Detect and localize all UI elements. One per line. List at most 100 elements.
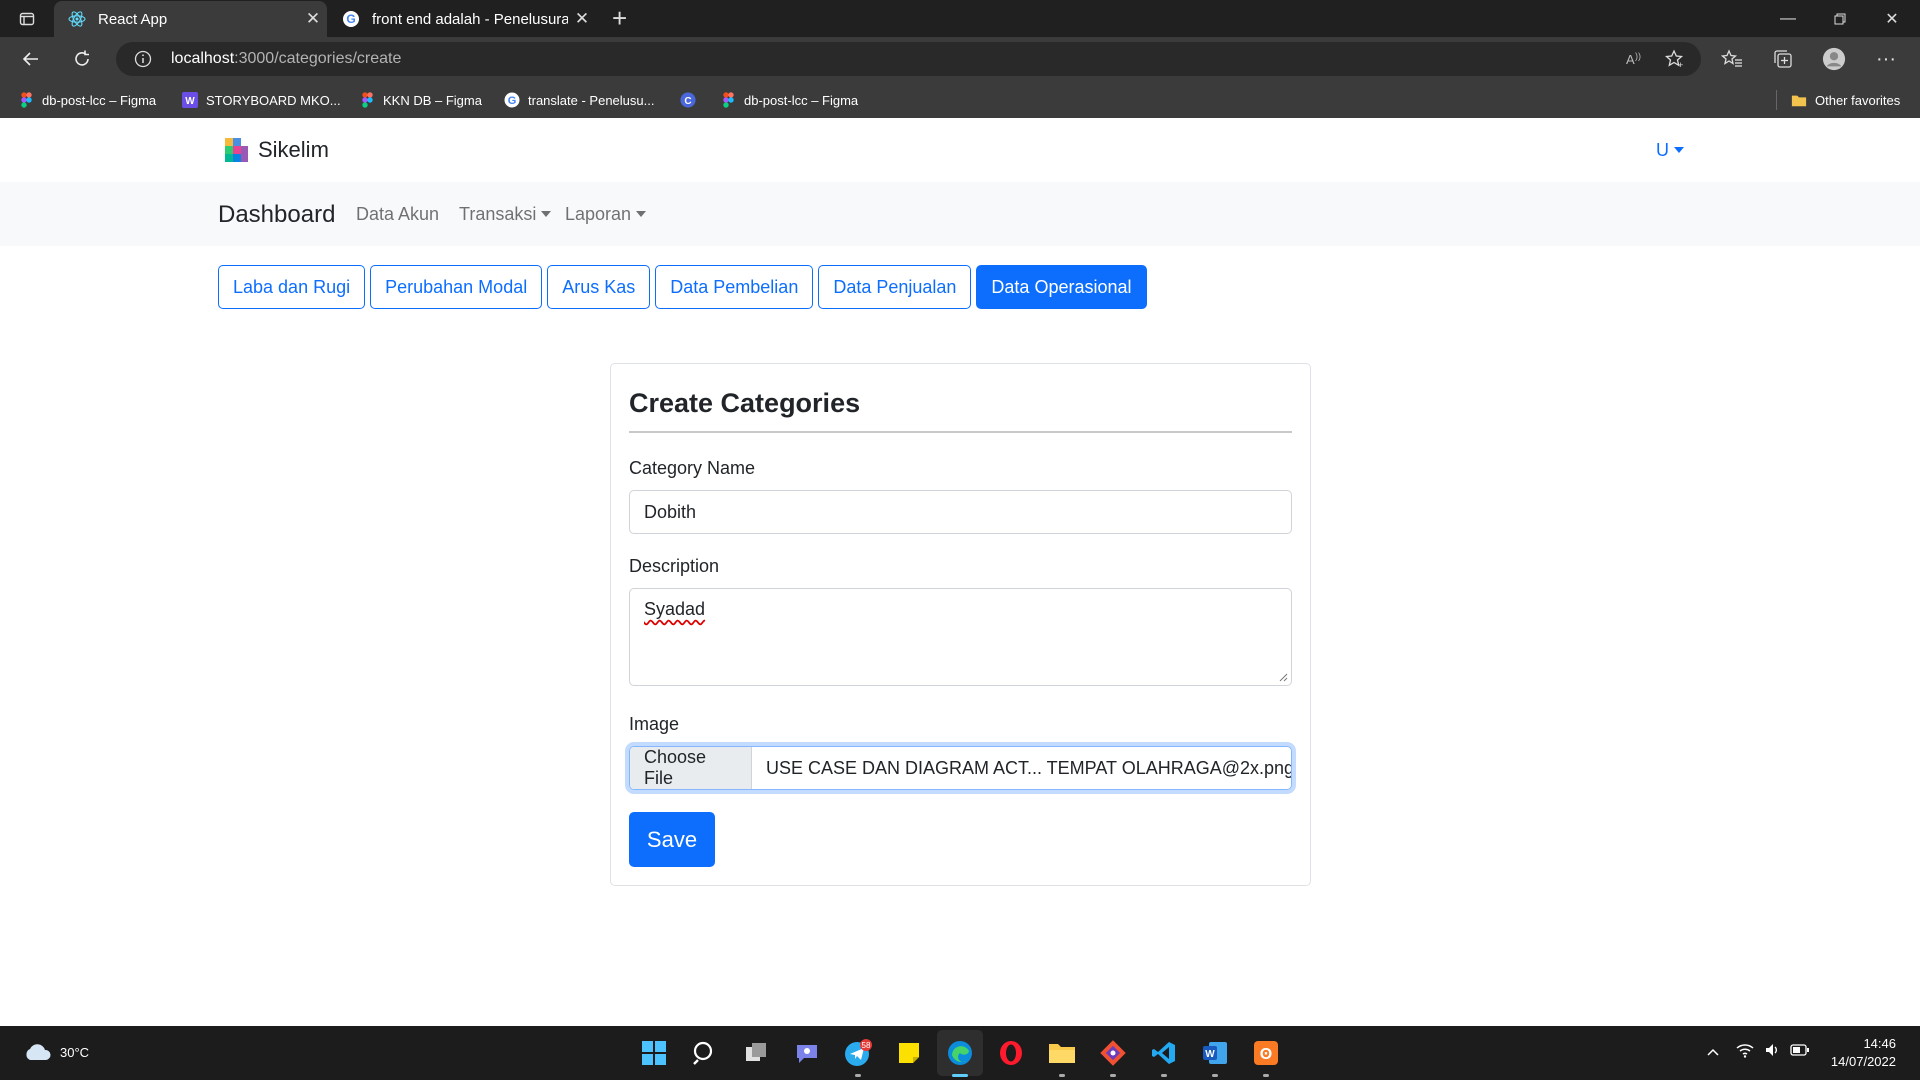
clock-date: 14/07/2022 xyxy=(1830,1054,1896,1069)
address-input[interactable]: localhost:3000/categories/create A)) + xyxy=(116,42,1701,76)
form-title: Create Categories xyxy=(629,388,861,418)
tab-title: front end adalah - Penelusuran G xyxy=(372,10,568,28)
wifi-icon[interactable] xyxy=(1736,1042,1754,1061)
close-window-icon[interactable]: ✕ xyxy=(1866,0,1918,37)
nav-data-akun[interactable]: Data Akun xyxy=(356,204,439,225)
active-indicator xyxy=(952,1074,968,1077)
bookmark-item[interactable]: KKN DB – Figma xyxy=(359,90,482,110)
image-file-input[interactable]: Choose File USE CASE DAN DIAGRAM ACT... … xyxy=(629,746,1292,790)
bookmark-item[interactable]: G translate - Penelusu... xyxy=(504,90,654,110)
word-icon: W xyxy=(182,92,198,108)
read-aloud-icon[interactable]: A)) xyxy=(1624,49,1646,69)
image-label: Image xyxy=(629,714,680,734)
svg-text:C: C xyxy=(684,96,691,107)
system-clock[interactable]: 14:46 14/07/2022 xyxy=(1826,1035,1896,1071)
app-logo-icon xyxy=(225,138,248,162)
search-icon[interactable] xyxy=(689,1037,721,1069)
create-category-card: Create Categories Category Name Dobith D… xyxy=(610,363,1311,886)
caret-down-icon xyxy=(1674,147,1684,153)
more-menu-icon[interactable]: ··· xyxy=(1874,47,1898,71)
tab-close-icon[interactable]: ✕ xyxy=(568,9,596,29)
add-favorite-icon[interactable]: + xyxy=(1664,49,1686,70)
profile-avatar-icon[interactable] xyxy=(1822,47,1846,71)
save-button[interactable]: Save xyxy=(629,812,715,867)
svg-text:)): )) xyxy=(1635,51,1641,61)
tab-close-icon[interactable]: ✕ xyxy=(299,9,327,29)
collections-icon[interactable] xyxy=(1771,47,1795,71)
brand-name: Sikelim xyxy=(258,137,329,162)
opera-icon[interactable] xyxy=(995,1037,1027,1069)
figma-icon xyxy=(720,92,736,108)
btn-perubahan-modal[interactable]: Perubahan Modal xyxy=(370,265,543,309)
weather-widget[interactable]: 30°C xyxy=(22,1042,89,1062)
cloud-icon xyxy=(26,1044,51,1060)
start-icon[interactable] xyxy=(638,1037,670,1069)
back-icon[interactable] xyxy=(14,43,48,75)
bookmark-item[interactable]: W STORYBOARD MKO... xyxy=(182,90,341,110)
restore-icon[interactable] xyxy=(1814,0,1866,37)
bookmark-label: db-post-lcc – Figma xyxy=(744,92,859,108)
new-tab-icon[interactable]: + xyxy=(612,4,627,32)
site-info-icon[interactable] xyxy=(134,50,152,73)
show-hidden-icons[interactable] xyxy=(1706,1044,1720,1060)
volume-icon[interactable] xyxy=(1764,1042,1780,1061)
teams-chat-icon[interactable] xyxy=(791,1037,823,1069)
description-value: Syadad xyxy=(644,599,706,619)
divider xyxy=(629,431,1292,433)
sticky-notes-icon[interactable] xyxy=(893,1037,925,1069)
figma-icon xyxy=(359,92,375,108)
bookmark-item[interactable]: db-post-lcc – Figma xyxy=(720,90,858,110)
tab-actions-icon[interactable] xyxy=(8,0,45,37)
nav-dashboard[interactable]: Dashboard xyxy=(218,201,335,229)
nav-laporan-dropdown[interactable]: Laporan xyxy=(565,204,647,225)
battery-icon[interactable] xyxy=(1790,1043,1810,1060)
bookmark-label: translate - Penelusu... xyxy=(528,92,655,108)
xampp-icon[interactable]: ʘ xyxy=(1250,1037,1282,1069)
svg-text:58: 58 xyxy=(862,1041,871,1050)
svg-text:A: A xyxy=(1626,52,1635,67)
vscode-icon[interactable] xyxy=(1148,1037,1180,1069)
tab-react-app[interactable]: React App ✕ xyxy=(54,1,327,37)
top-navbar: Sikelim U xyxy=(0,118,1920,182)
running-indicator xyxy=(1059,1074,1065,1077)
folder-icon xyxy=(1791,92,1807,108)
btn-data-operasional[interactable]: Data Operasional xyxy=(976,265,1147,309)
task-view-icon[interactable] xyxy=(740,1037,772,1069)
brand-link[interactable]: Sikelim xyxy=(222,136,329,164)
resize-grip-icon[interactable] xyxy=(1278,672,1288,682)
bookmark-label: KKN DB – Figma xyxy=(383,92,482,108)
report-button-group: Laba dan Rugi Perubahan Modal Arus Kas D… xyxy=(218,265,1147,309)
minimize-icon[interactable]: — xyxy=(1762,0,1814,37)
page-content: Sikelim U Dashboard Data Akun Transaksi … xyxy=(0,118,1920,1026)
google-icon: G xyxy=(342,10,360,28)
btn-data-penjualan[interactable]: Data Penjualan xyxy=(818,265,972,309)
other-favorites[interactable]: Other favorites xyxy=(1776,90,1900,110)
svg-text:G: G xyxy=(346,12,355,26)
telegram-icon[interactable]: 58 xyxy=(842,1037,874,1069)
refresh-icon[interactable] xyxy=(65,43,99,75)
tab-title: React App xyxy=(98,10,168,28)
choose-file-button[interactable]: Choose File xyxy=(630,747,752,789)
bookmarks-bar: db-post-lcc – Figma W STORYBOARD MKO... … xyxy=(0,81,1920,118)
tab-google-search[interactable]: G front end adalah - Penelusuran G ✕ xyxy=(328,1,596,37)
clock-time: 14:46 xyxy=(1863,1036,1896,1051)
bookmark-item[interactable]: C xyxy=(680,90,704,110)
btn-data-pembelian[interactable]: Data Pembelian xyxy=(655,265,814,309)
category-name-input[interactable]: Dobith xyxy=(629,490,1292,534)
edge-browser-icon[interactable] xyxy=(944,1037,976,1069)
category-name-value: Dobith xyxy=(644,501,697,522)
btn-arus-kas[interactable]: Arus Kas xyxy=(547,265,651,309)
user-dropdown[interactable]: U xyxy=(1656,140,1684,161)
running-indicator xyxy=(1110,1074,1116,1077)
description-textarea[interactable]: Syadad xyxy=(629,588,1292,686)
ms-word-icon[interactable]: W xyxy=(1199,1037,1231,1069)
git-kraken-icon[interactable] xyxy=(1097,1037,1129,1069)
nav-transaksi-dropdown[interactable]: Transaksi xyxy=(459,204,552,225)
btn-laba-dan-rugi[interactable]: Laba dan Rugi xyxy=(218,265,366,309)
svg-text:+: + xyxy=(1678,60,1683,69)
file-explorer-icon[interactable] xyxy=(1046,1037,1078,1069)
bookmark-item[interactable]: db-post-lcc – Figma xyxy=(18,90,156,110)
caret-down-icon xyxy=(636,211,647,217)
favorites-icon[interactable] xyxy=(1720,47,1744,71)
google-icon: G xyxy=(504,92,520,108)
